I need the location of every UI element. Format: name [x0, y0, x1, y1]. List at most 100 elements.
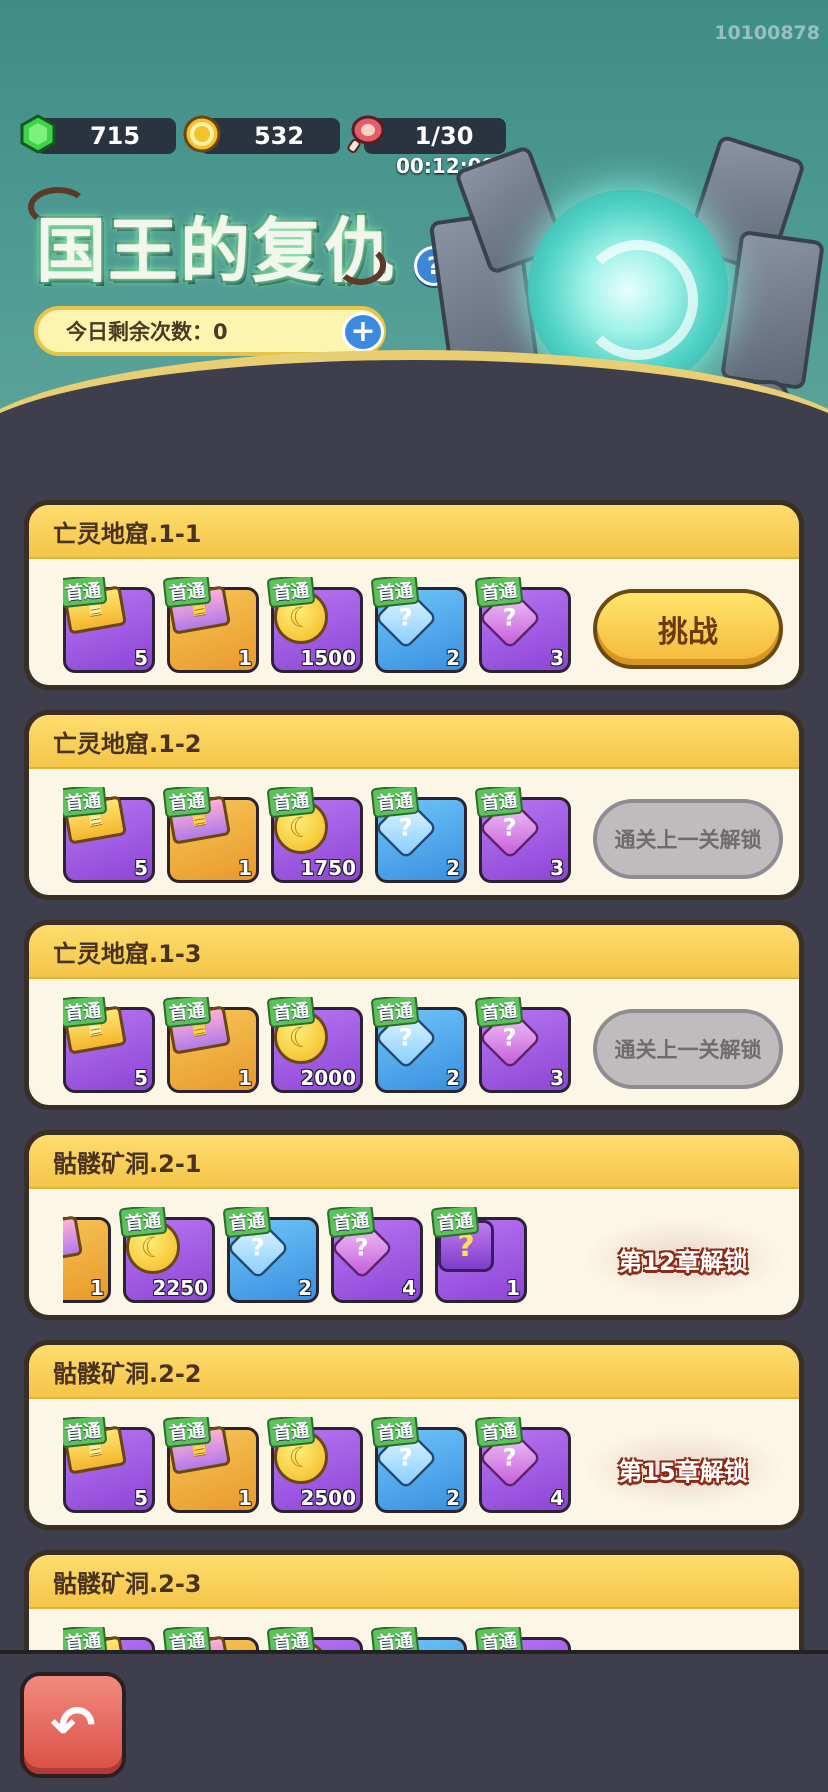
- reward-count: 3: [550, 1066, 564, 1090]
- coin-counter[interactable]: 532: [183, 115, 340, 154]
- reward-count: 2500: [300, 1486, 356, 1510]
- reward-list: 5 首通 1 首通 ☾ 2000 首通 ? 2 首通 ? 3 首通: [63, 997, 599, 1093]
- stage-card: 亡灵地窟.1-3 5 首通 1 首通 ☾ 2000 首通 ? 2 首通: [24, 920, 804, 1110]
- stage-card-body: 亡灵地窟.1-1 5 首通 1 首通 ☾ 1500 首通 ? 2 首通: [29, 505, 799, 685]
- first-clear-tag: 首通: [370, 1417, 420, 1449]
- reward-count: 1: [238, 856, 252, 880]
- first-clear-tag: 首通: [162, 577, 212, 609]
- first-clear-tag: 首通: [266, 1627, 316, 1650]
- reward-item[interactable]: 首通: [63, 1627, 155, 1650]
- reward-count: 4: [402, 1276, 416, 1300]
- reward-item[interactable]: ? 3 首通: [474, 577, 571, 673]
- challenge-button[interactable]: 挑战: [593, 589, 783, 669]
- reward-item[interactable]: ? 首通: [370, 1627, 467, 1650]
- chapter-unlock-label: 第12章解锁: [583, 1219, 783, 1299]
- reward-count: 4: [550, 1486, 564, 1510]
- chapter-unlock-label: 第15章解锁: [583, 1429, 783, 1509]
- reward-item[interactable]: ? 1 首通: [430, 1207, 527, 1303]
- reward-count: 2: [298, 1276, 312, 1300]
- reward-item[interactable]: 5 首通: [63, 787, 155, 883]
- reward-item[interactable]: 5 首通: [63, 577, 155, 673]
- reward-item[interactable]: ? 4 首通: [474, 1417, 571, 1513]
- first-clear-tag: 首通: [370, 1627, 420, 1650]
- reward-item[interactable]: ? 2 首通: [370, 787, 467, 883]
- first-clear-tag: 首通: [266, 1417, 316, 1449]
- reward-item[interactable]: 1 首通: [63, 1207, 111, 1303]
- first-clear-tag: 首通: [474, 1627, 524, 1650]
- stage-card-body: 亡灵地窟.1-2 5 首通 1 首通 ☾ 1750 首通 ? 2 首通: [29, 715, 799, 895]
- reward-item[interactable]: ☾ 2500 首通: [266, 1417, 363, 1513]
- stage-card-body: 骷髅矿洞.2-2 5 首通 1 首通 ☾ 2500 首通 ? 2 首通: [29, 1345, 799, 1525]
- reward-item[interactable]: ? 2 首通: [222, 1207, 319, 1303]
- gem-counter[interactable]: 715: [20, 114, 176, 154]
- reward-count: 1: [238, 1066, 252, 1090]
- reward-item[interactable]: 1 首通: [162, 1417, 259, 1513]
- first-clear-tag: 首通: [370, 997, 420, 1029]
- user-id: 10100878: [714, 22, 820, 44]
- daily-attempts-label: 今日剩余次数：0: [66, 320, 228, 344]
- first-clear-tag: 首通: [162, 1417, 212, 1449]
- stage-card: 亡灵地窟.1-1 5 首通 1 首通 ☾ 1500 首通 ? 2 首通: [24, 500, 804, 690]
- reward-count: 2: [446, 856, 460, 880]
- reward-count: 3: [550, 856, 564, 880]
- reward-item[interactable]: ? 3 首通: [474, 997, 571, 1093]
- reward-item[interactable]: 5 首通: [63, 997, 155, 1093]
- reward-item[interactable]: 1 首通: [162, 577, 259, 673]
- first-clear-tag: 首通: [326, 1207, 376, 1239]
- first-clear-tag: 首通: [266, 577, 316, 609]
- reward-item[interactable]: ? 2 首通: [370, 577, 467, 673]
- first-clear-tag: 首通: [63, 1627, 108, 1650]
- portal-base: [460, 380, 790, 425]
- reward-list: 1 首通 ☾ 2250 首通 ? 2 首通 ? 4 首通 ? 1 首: [63, 1207, 599, 1303]
- first-clear-tag: 首通: [474, 577, 524, 609]
- reward-item[interactable]: 5 首通: [63, 1417, 155, 1513]
- daily-attempts-bar: 今日剩余次数：0 +: [34, 306, 386, 356]
- vine-decoration: [28, 187, 88, 227]
- reward-count: 3: [550, 646, 564, 670]
- reward-count: 5: [134, 856, 148, 880]
- reward-list: 5 首通 1 首通 ☾ 1750 首通 ? 2 首通 ? 3 首通: [63, 787, 599, 883]
- first-clear-tag: 首通: [162, 1627, 212, 1650]
- stage-title: 亡灵地窟.1-2: [29, 715, 799, 769]
- reward-count: 2: [446, 1486, 460, 1510]
- back-button[interactable]: ↶: [20, 1672, 126, 1778]
- stage-list[interactable]: 亡灵地窟.1-1 5 首通 1 首通 ☾ 1500 首通 ? 2 首通: [0, 430, 828, 1650]
- stage-card-body: 骷髅矿洞.2-3 首通 首通 ☾ 首通 ? 首通: [29, 1555, 799, 1650]
- gem-icon: [16, 112, 60, 156]
- reward-item[interactable]: 1 首通: [162, 787, 259, 883]
- reward-list: 首通 首通 ☾ 首通 ? 首通 ? 首通: [63, 1627, 599, 1650]
- vine-decoration: [336, 245, 386, 285]
- first-clear-tag: 首通: [266, 787, 316, 819]
- gem-count: 715: [89, 122, 141, 150]
- first-clear-tag: 首通: [162, 787, 212, 819]
- first-clear-tag: 首通: [63, 787, 108, 819]
- stage-title: 骷髅矿洞.2-2: [29, 1345, 799, 1399]
- reward-item[interactable]: ? 4 首通: [326, 1207, 423, 1303]
- reward-item[interactable]: ☾ 1500 首通: [266, 577, 363, 673]
- portal-illustration: [428, 134, 828, 425]
- first-clear-tag: 首通: [63, 1417, 108, 1449]
- stage-card-body: 骷髅矿洞.2-1 1 首通 ☾ 2250 首通 ? 2 首通 ? 4 首通: [29, 1135, 799, 1315]
- stage-title: 骷髅矿洞.2-1: [29, 1135, 799, 1189]
- reward-item[interactable]: 首通: [162, 1627, 259, 1650]
- first-clear-tag: 首通: [430, 1207, 480, 1239]
- reward-item[interactable]: ? 2 首通: [370, 997, 467, 1093]
- first-clear-tag: 首通: [162, 997, 212, 1029]
- first-clear-tag: 首通: [370, 787, 420, 819]
- reward-item[interactable]: ? 2 首通: [370, 1417, 467, 1513]
- stage-title: 亡灵地窟.1-3: [29, 925, 799, 979]
- reward-item[interactable]: ☾ 1750 首通: [266, 787, 363, 883]
- reward-item[interactable]: 1 首通: [162, 997, 259, 1093]
- reward-item[interactable]: ? 首通: [474, 1627, 571, 1650]
- plus-icon[interactable]: +: [342, 312, 384, 352]
- footer-bar: ↶: [0, 1650, 828, 1792]
- reward-item[interactable]: ☾ 2000 首通: [266, 997, 363, 1093]
- reward-count: 2: [446, 646, 460, 670]
- reward-item[interactable]: ? 3 首通: [474, 787, 571, 883]
- reward-item[interactable]: ☾ 首通: [266, 1627, 363, 1650]
- reward-count: 2250: [152, 1276, 208, 1300]
- reward-count: 5: [134, 1486, 148, 1510]
- reward-count: 2000: [300, 1066, 356, 1090]
- reward-count: 5: [134, 1066, 148, 1090]
- reward-item[interactable]: ☾ 2250 首通: [118, 1207, 215, 1303]
